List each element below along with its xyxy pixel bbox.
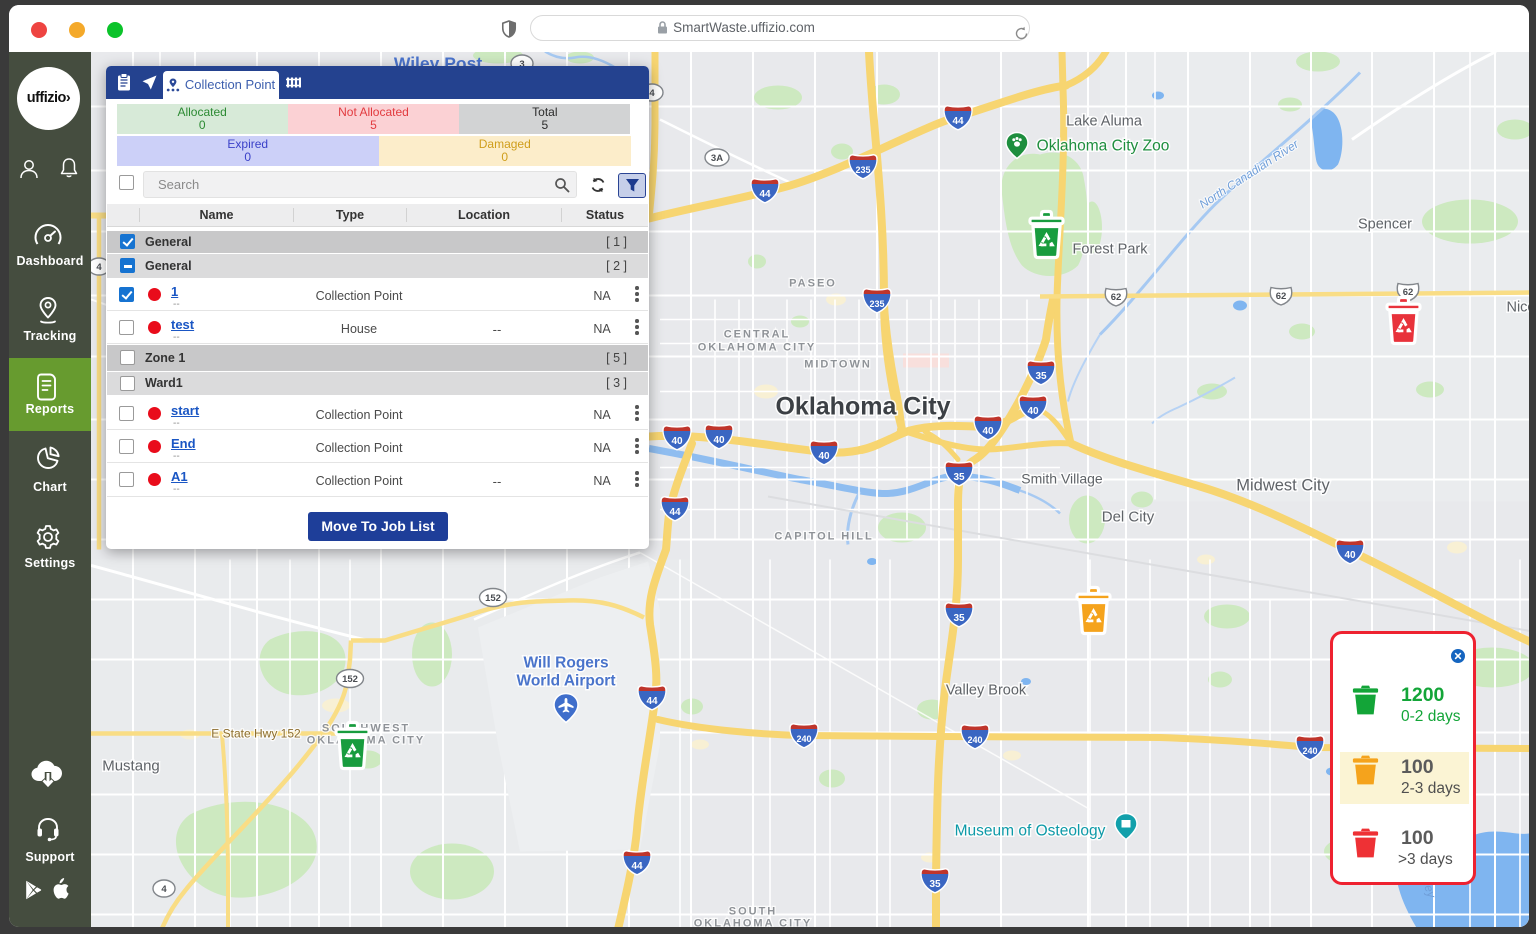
svg-text:Midwest City: Midwest City [1236, 477, 1330, 495]
svg-text:Nico: Nico [1506, 300, 1529, 316]
svg-text:40: 40 [818, 451, 830, 462]
svg-text:35: 35 [929, 879, 941, 890]
svg-text:35: 35 [953, 472, 965, 483]
svg-text:Mustang: Mustang [102, 758, 160, 775]
svg-text:Spencer: Spencer [1358, 217, 1412, 233]
svg-text:OKLAHOMA CITY: OKLAHOMA CITY [694, 918, 812, 928]
svg-text:62: 62 [1276, 291, 1287, 302]
svg-text:40: 40 [1027, 406, 1039, 417]
svg-text:World Airport: World Airport [516, 673, 615, 690]
svg-text:152: 152 [342, 674, 358, 685]
svg-text:152: 152 [485, 593, 501, 604]
svg-text:40: 40 [671, 436, 683, 447]
svg-text:Smith Village: Smith Village [1021, 471, 1103, 487]
svg-text:44: 44 [631, 861, 643, 872]
svg-text:240: 240 [967, 735, 982, 745]
svg-text:Oklahoma City Zoo: Oklahoma City Zoo [1037, 138, 1170, 155]
svg-text:4: 4 [161, 884, 167, 895]
svg-text:235: 235 [855, 165, 870, 175]
svg-text:40: 40 [982, 426, 994, 437]
svg-text:240: 240 [1302, 746, 1317, 756]
svg-text:40: 40 [713, 435, 725, 446]
svg-text:44: 44 [759, 189, 771, 200]
svg-text:Will Rogers: Will Rogers [523, 655, 608, 672]
svg-text:240: 240 [796, 734, 811, 744]
svg-text:Del City: Del City [1102, 509, 1155, 526]
svg-text:E State Hwy 152: E State Hwy 152 [211, 727, 301, 741]
svg-text:4: 4 [96, 262, 102, 273]
svg-text:MIDTOWN: MIDTOWN [804, 359, 872, 371]
svg-text:4: 4 [649, 88, 655, 99]
svg-text:235: 235 [869, 299, 884, 309]
svg-text:Valley Brook: Valley Brook [946, 683, 1027, 699]
svg-text:35: 35 [1035, 371, 1047, 382]
svg-text:44: 44 [669, 507, 681, 518]
svg-text:PASEO: PASEO [789, 278, 837, 290]
svg-text:Lake Aluma: Lake Aluma [1066, 114, 1143, 130]
svg-text:62: 62 [1111, 292, 1122, 303]
svg-text:40: 40 [1344, 550, 1356, 561]
svg-text:CAPITOL HILL: CAPITOL HILL [774, 531, 873, 543]
svg-text:CENTRAL: CENTRAL [724, 329, 791, 341]
svg-text:44: 44 [646, 696, 658, 707]
svg-text:35: 35 [953, 613, 965, 624]
svg-text:Museum of Osteology: Museum of Osteology [955, 823, 1106, 840]
svg-text:44: 44 [952, 116, 964, 127]
svg-text:OKLAHOMA CITY: OKLAHOMA CITY [698, 342, 816, 354]
svg-text:SOUTH: SOUTH [729, 906, 778, 918]
svg-text:Forest Park: Forest Park [1073, 242, 1149, 258]
svg-text:Oklahoma City: Oklahoma City [775, 393, 950, 421]
svg-text:3A: 3A [711, 153, 723, 164]
